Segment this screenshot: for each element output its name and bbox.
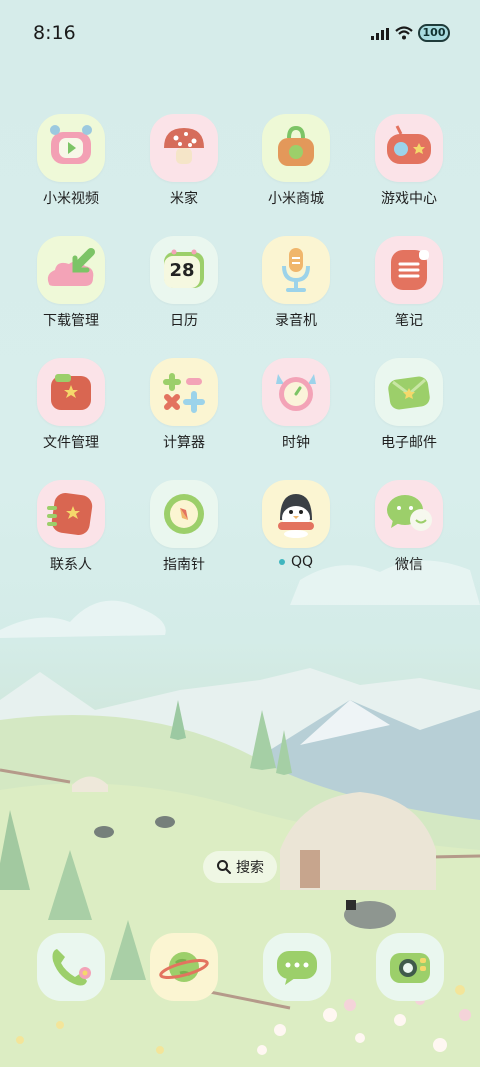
search-icon <box>217 860 231 874</box>
app-label: 时钟 <box>282 435 310 451</box>
app-label: 小米商城 <box>268 191 324 207</box>
app-mi-video[interactable]: 小米视频 <box>21 114 121 208</box>
search-button[interactable]: 搜索 <box>203 851 277 883</box>
app-label: 小米视频 <box>43 191 99 207</box>
app-label: 下载管理 <box>43 313 99 329</box>
phone-icon <box>52 949 91 986</box>
calendar-icon: 28 <box>150 236 218 304</box>
app-label: QQ <box>246 554 346 570</box>
mushroom-icon <box>150 114 218 182</box>
app-clock[interactable]: 时钟 <box>246 358 346 452</box>
app-label: 电子邮件 <box>381 435 437 451</box>
calendar-date: 28 <box>169 260 195 281</box>
signal-icon <box>371 28 389 40</box>
wechat-icon <box>375 480 443 548</box>
app-label: 联系人 <box>50 557 92 573</box>
app-label: 日历 <box>170 313 198 329</box>
calculator-icon <box>150 358 218 426</box>
app-label: 微信 <box>395 557 423 573</box>
app-calendar[interactable]: 28 日历 <box>134 236 234 330</box>
status-time: 8:16 <box>33 22 76 44</box>
app-qq[interactable]: QQ <box>246 480 346 570</box>
app-label: 指南针 <box>163 557 205 573</box>
dock-messages[interactable] <box>263 933 331 1001</box>
new-badge-dot <box>278 559 285 565</box>
search-label: 搜索 <box>236 860 264 876</box>
status-bar: 8:16 100 <box>0 0 480 66</box>
battery-icon: 100 <box>418 24 450 42</box>
app-mi-store[interactable]: 小米商城 <box>246 114 346 208</box>
microphone-icon <box>262 236 330 304</box>
folder-icon <box>37 358 105 426</box>
app-file-manager[interactable]: 文件管理 <box>21 358 121 452</box>
compass-icon <box>150 480 218 548</box>
app-mijia[interactable]: 米家 <box>134 114 234 208</box>
app-label: 米家 <box>170 191 198 207</box>
app-label: 计算器 <box>163 435 205 451</box>
dock-browser[interactable] <box>150 933 218 1001</box>
message-icon <box>277 951 317 985</box>
notes-icon <box>375 236 443 304</box>
app-email[interactable]: 电子邮件 <box>359 358 459 452</box>
app-label: 文件管理 <box>43 435 99 451</box>
video-icon <box>37 114 105 182</box>
browser-planet-icon <box>159 952 209 982</box>
app-recorder[interactable]: 录音机 <box>246 236 346 330</box>
app-notes[interactable]: 笔记 <box>359 236 459 330</box>
app-label: 录音机 <box>275 313 317 329</box>
contacts-icon <box>37 480 105 548</box>
app-compass[interactable]: 指南针 <box>134 480 234 574</box>
penguin-icon <box>262 480 330 548</box>
app-label-text: QQ <box>290 554 314 570</box>
download-cloud-icon <box>37 236 105 304</box>
alarm-clock-icon <box>262 358 330 426</box>
app-game-center[interactable]: 游戏中心 <box>359 114 459 208</box>
dock-camera[interactable] <box>376 933 444 1001</box>
wifi-icon <box>395 26 413 40</box>
app-downloads[interactable]: 下载管理 <box>21 236 121 330</box>
camera-icon <box>390 953 430 983</box>
shopping-bag-icon <box>262 114 330 182</box>
dock-phone[interactable] <box>37 933 105 1001</box>
envelope-icon <box>375 358 443 426</box>
app-label: 笔记 <box>395 313 423 329</box>
app-wechat[interactable]: 微信 <box>359 480 459 574</box>
gamepad-icon <box>375 114 443 182</box>
app-label: 游戏中心 <box>381 191 437 207</box>
app-contacts[interactable]: 联系人 <box>21 480 121 574</box>
app-calculator[interactable]: 计算器 <box>134 358 234 452</box>
